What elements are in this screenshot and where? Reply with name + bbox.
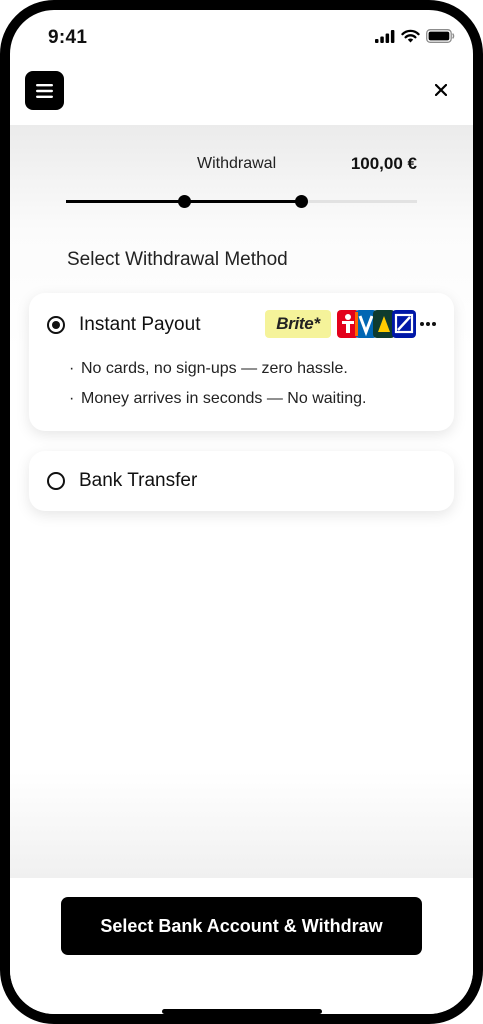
progress-step-dot — [177, 195, 191, 208]
more-icon — [420, 322, 436, 326]
option-label-bank-transfer: Bank Transfer — [79, 470, 198, 491]
radio-instant-payout[interactable] — [47, 316, 65, 334]
option-card-instant-payout[interactable]: Instant Payout Brite* · No cards, no sig… — [29, 293, 454, 431]
brite-logo: Brite* — [265, 310, 331, 338]
benefit-text: Money arrives in seconds — No waiting. — [81, 390, 367, 407]
option-label-instant-payout: Instant Payout — [79, 314, 201, 335]
instant-payout-benefits: · No cards, no sign-ups — zero hassle. · M… — [69, 358, 366, 418]
bottom-action-area: Select Bank Account & Withdraw — [10, 878, 473, 1014]
menu-button[interactable] — [25, 71, 64, 110]
withdrawal-amount: 100,00 € — [350, 154, 417, 173]
status-bar: 9:41 — [10, 10, 473, 72]
option-card-bank-transfer[interactable]: Bank Transfer — [29, 451, 454, 511]
close-icon — [435, 84, 447, 96]
close-button[interactable] — [427, 76, 455, 104]
status-time: 9:41 — [48, 27, 88, 48]
select-bank-account-withdraw-button[interactable]: Select Bank Account & Withdraw — [61, 897, 422, 955]
list-item: · No cards, no sign-ups — zero hassle. — [69, 360, 348, 377]
deutsche-bank-logo — [392, 310, 416, 338]
wifi-icon — [401, 29, 420, 43]
bank-logos — [337, 310, 436, 338]
section-title: Select Withdrawal Method — [67, 249, 288, 270]
phone-frame: 9:41 Withdrawal 100,00 € Select Withdraw… — [0, 0, 483, 1024]
battery-icon — [426, 29, 455, 43]
list-item: · Money arrives in seconds — No waiting. — [69, 390, 367, 407]
benefit-text: No cards, no sign-ups — zero hassle. — [81, 360, 348, 377]
withdrawal-label: Withdrawal — [197, 155, 277, 172]
radio-bank-transfer[interactable] — [47, 472, 65, 490]
signal-icon — [375, 29, 395, 43]
status-icons — [375, 29, 455, 43]
hamburger-menu-icon — [36, 83, 53, 98]
progress-step-dot — [295, 195, 309, 208]
main-content: Withdrawal 100,00 € Select Withdrawal Me… — [10, 125, 473, 878]
commerzbank-logo — [373, 310, 395, 338]
progress-bar — [66, 195, 417, 208]
home-indicator — [162, 1009, 322, 1014]
